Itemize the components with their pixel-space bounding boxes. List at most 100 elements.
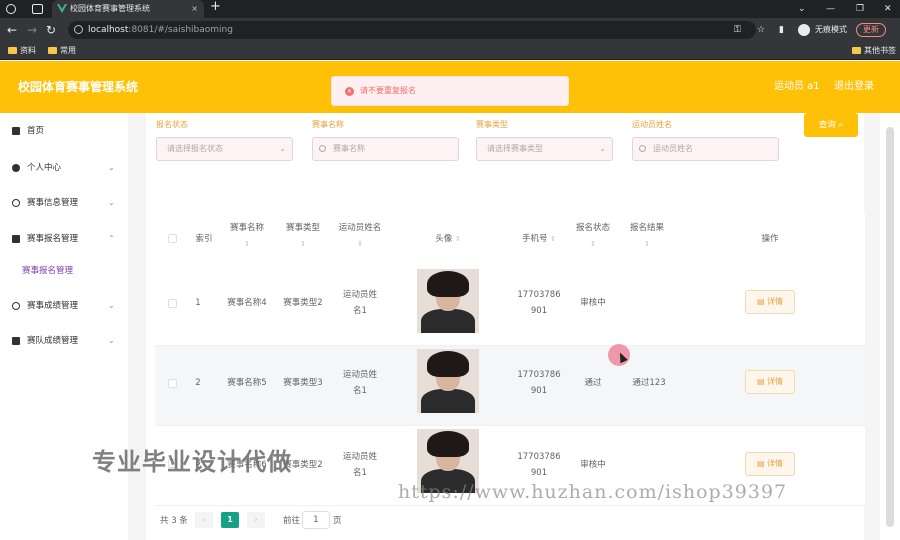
document-icon (12, 235, 20, 243)
scrollbar-thumb[interactable] (886, 127, 894, 527)
sort-icon[interactable]: ⇕ (550, 235, 556, 243)
column-header-event-name[interactable]: 赛事名称 ⇕ (225, 220, 269, 252)
prev-page-button[interactable]: ‹ (195, 512, 213, 528)
status-filter-label: 报名状态 (156, 120, 188, 129)
bookmark-folder[interactable]: 常用 (48, 42, 76, 60)
incognito-icon (798, 24, 810, 36)
detail-button[interactable]: ▤ 详情 (745, 452, 795, 476)
query-button[interactable]: 查询 ⌕ (804, 113, 858, 137)
header-label: 赛事类型 (285, 223, 320, 233)
reload-icon[interactable]: ↻ (46, 22, 56, 38)
tab-close-icon[interactable]: × (191, 0, 198, 18)
column-header-event-type[interactable]: 赛事类型 ⇕ (281, 220, 325, 252)
athlete-name-label: 运动员姓名 (632, 120, 672, 129)
status-select[interactable]: 请选择报名状态 ⌄ (156, 137, 293, 161)
error-icon: ✕ (345, 87, 354, 96)
athlete-name-input[interactable]: 运动员姓名 (632, 137, 779, 161)
event-type-select[interactable]: 请选择赛事类型 ⌄ (476, 137, 613, 161)
athlete-line: 名1 (353, 386, 367, 396)
athlete-line: 运动员姓 (342, 290, 377, 300)
bookmark-folder[interactable]: 资料 (8, 42, 36, 60)
compass-icon (12, 199, 20, 207)
site-info-icon[interactable] (74, 25, 83, 34)
sidebar-item-home[interactable]: 首页 (0, 121, 128, 141)
globe-icon[interactable] (6, 4, 16, 14)
header-label: 头像 (435, 234, 453, 244)
row-checkbox[interactable] (168, 379, 177, 388)
home-icon (12, 127, 20, 135)
pagination-total: 共 3 条 (160, 516, 188, 526)
column-header-index: 索引 (195, 234, 213, 244)
chevron-down-icon: ⌄ (108, 163, 115, 172)
scrollbar[interactable] (880, 113, 900, 540)
chevron-down-icon: ⌄ (108, 301, 115, 310)
url-host: localhost (88, 25, 129, 35)
error-toast: ✕ 请不要重复报名 (331, 76, 569, 106)
close-window-button[interactable]: ✕ (884, 0, 892, 18)
url-input[interactable]: localhost:8081/#/saishibaoming (68, 21, 756, 39)
chevron-down-icon: ⌄ (108, 336, 115, 345)
window-icon[interactable] (32, 4, 43, 14)
event-name-label: 赛事名称 (312, 120, 344, 129)
header-label: 运动员姓名 (338, 223, 382, 233)
sort-icon[interactable]: ⇕ (455, 235, 461, 243)
sidebar-item-registration[interactable]: 赛事报名管理 ⌃ (0, 229, 128, 249)
browser-tab[interactable]: 校园体育赛事管理系统 × (52, 0, 204, 18)
next-page-button[interactable]: › (247, 512, 265, 528)
athlete-line: 运动员姓 (342, 452, 377, 462)
maximize-button[interactable]: ❐ (856, 0, 864, 18)
sidebar-item-label: 赛事成绩管理 (27, 301, 79, 311)
column-header-phone[interactable]: 手机号 ⇕ (515, 231, 563, 247)
sort-icon[interactable]: ⇕ (590, 240, 596, 248)
column-header-avatar[interactable]: 头像 ⇕ (417, 231, 479, 247)
cell-event-name: 赛事名称4 (227, 298, 267, 308)
other-bookmarks[interactable]: 其他书签 (852, 42, 896, 60)
sidepanel-icon[interactable]: ▮ (779, 18, 784, 42)
event-name-input[interactable]: 赛事名称 (312, 137, 459, 161)
column-header-result[interactable]: 报名结果 ⇕ (627, 220, 667, 252)
page-jump-input[interactable]: 1 (302, 511, 330, 529)
row-checkbox[interactable] (168, 299, 177, 308)
cell-athlete: 运动员姓 名1 (337, 367, 383, 399)
sidebar-item-label: 赛队成绩管理 (27, 336, 79, 346)
tab-search-icon[interactable]: ⌄ (798, 0, 806, 18)
cell-status: 通过 (584, 378, 602, 388)
page-unit: 页 (333, 516, 342, 526)
search-icon (639, 145, 646, 152)
star-icon[interactable]: ☆ (757, 18, 765, 42)
detail-button[interactable]: ▤ 详情 (745, 290, 795, 314)
column-header-action: 操作 (761, 234, 779, 244)
sidebar-subitem-registration[interactable]: 赛事报名管理 (22, 261, 122, 281)
back-icon[interactable]: ← (7, 22, 17, 38)
sidebar-item-team-scores[interactable]: 赛队成绩管理 ⌄ (0, 331, 128, 351)
minimize-button[interactable]: — (826, 0, 835, 18)
detail-button[interactable]: ▤ 详情 (745, 370, 795, 394)
key-icon[interactable]: ⚿ (734, 18, 741, 42)
sort-icon[interactable]: ⇕ (300, 240, 306, 248)
select-all-checkbox[interactable] (168, 234, 177, 243)
new-tab-button[interactable]: + (210, 0, 221, 14)
page-button-1[interactable]: 1 (221, 512, 239, 528)
sort-icon[interactable]: ⇕ (244, 240, 250, 248)
sidebar-item-scores[interactable]: 赛事成绩管理 ⌄ (0, 296, 128, 316)
sidebar-item-profile[interactable]: 个人中心 ⌄ (0, 158, 128, 178)
column-header-status[interactable]: 报名状态 ⇕ (573, 220, 613, 252)
forward-icon[interactable]: → (27, 22, 37, 38)
logout-link[interactable]: 退出登录 (834, 61, 874, 113)
user-icon (12, 164, 20, 172)
update-button[interactable]: 更新 (856, 23, 886, 37)
athlete-avatar (417, 349, 479, 413)
table-header: 索引 赛事名称 ⇕ 赛事类型 ⇕ 运动员姓名 ⇕ 头像 ⇕ 手机号 ⇕ 报名状态 ⇕ … (155, 212, 865, 266)
detail-icon: ▤ (756, 297, 765, 306)
search-icon (319, 145, 326, 152)
detail-label: 详情 (767, 377, 784, 386)
sort-icon[interactable]: ⇕ (644, 240, 650, 248)
sort-icon[interactable]: ⇕ (357, 240, 363, 248)
cell-index: 1 (195, 298, 201, 308)
header-label: 报名状态 (575, 223, 610, 233)
table-row[interactable]: 2 赛事名称5 赛事类型3 运动员姓 名1 17703786 901 通过 通过12… (155, 346, 865, 426)
sidebar-item-label: 赛事报名管理 (27, 234, 79, 244)
sidebar-item-event-info[interactable]: 赛事信息管理 ⌄ (0, 193, 128, 213)
table-row[interactable]: 1 赛事名称4 赛事类型2 运动员姓 名1 17703786 901 审核中 ▤ 详… (155, 266, 865, 346)
column-header-athlete[interactable]: 运动员姓名 ⇕ (337, 220, 383, 252)
